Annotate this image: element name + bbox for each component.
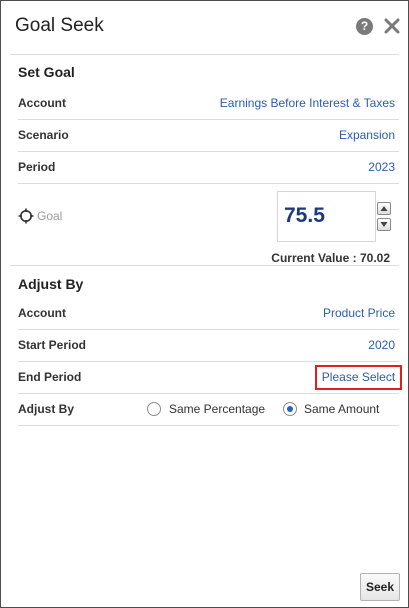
divider xyxy=(18,151,399,152)
start-period-value[interactable]: 2020 xyxy=(368,338,395,352)
seek-button[interactable]: Seek xyxy=(360,573,400,601)
dialog-header: Goal Seek ? xyxy=(1,1,408,53)
goal-value-input[interactable] xyxy=(284,202,368,230)
goal-label: Goal xyxy=(37,209,63,223)
set-goal-section-title: Set Goal xyxy=(18,64,75,80)
divider xyxy=(10,54,399,55)
goal-input-container xyxy=(277,191,376,242)
help-icon[interactable]: ? xyxy=(356,18,373,35)
same-amount-radio[interactable] xyxy=(283,402,297,416)
divider xyxy=(18,119,399,120)
adjust-account-label: Account xyxy=(18,306,66,320)
spin-down-button[interactable] xyxy=(377,218,391,231)
spin-up-button[interactable] xyxy=(377,202,391,215)
divider xyxy=(10,265,399,266)
current-value-text: Current Value : 70.02 xyxy=(271,251,390,265)
dialog-title: Goal Seek xyxy=(15,15,104,36)
same-amount-label[interactable]: Same Amount xyxy=(304,402,379,416)
divider xyxy=(18,183,399,184)
set-goal-account-value[interactable]: Earnings Before Interest & Taxes xyxy=(220,96,395,110)
adjust-method-label: Adjust By xyxy=(18,402,75,416)
divider xyxy=(18,425,399,426)
triangle-up-icon xyxy=(380,206,388,211)
set-goal-period-label: Period xyxy=(18,160,56,174)
end-period-label: End Period xyxy=(18,370,82,384)
set-goal-scenario-label: Scenario xyxy=(18,128,69,142)
set-goal-period-value[interactable]: 2023 xyxy=(368,160,395,174)
same-percentage-radio[interactable] xyxy=(147,402,161,416)
adjust-by-section-title: Adjust By xyxy=(18,276,84,292)
end-period-select[interactable]: Please Select xyxy=(315,365,402,390)
close-icon[interactable] xyxy=(383,16,401,36)
start-period-label: Start Period xyxy=(18,338,87,352)
set-goal-account-label: Account xyxy=(18,96,66,110)
goal-seek-dialog: Goal Seek ? Set Goal Account Earnings Be… xyxy=(0,0,409,608)
divider xyxy=(18,329,399,330)
adjust-account-value[interactable]: Product Price xyxy=(323,306,395,320)
divider xyxy=(18,361,399,362)
triangle-down-icon xyxy=(380,222,388,227)
set-goal-scenario-value[interactable]: Expansion xyxy=(339,128,395,142)
same-percentage-label[interactable]: Same Percentage xyxy=(169,402,265,416)
divider xyxy=(18,393,399,394)
target-crosshair-icon xyxy=(18,208,34,224)
